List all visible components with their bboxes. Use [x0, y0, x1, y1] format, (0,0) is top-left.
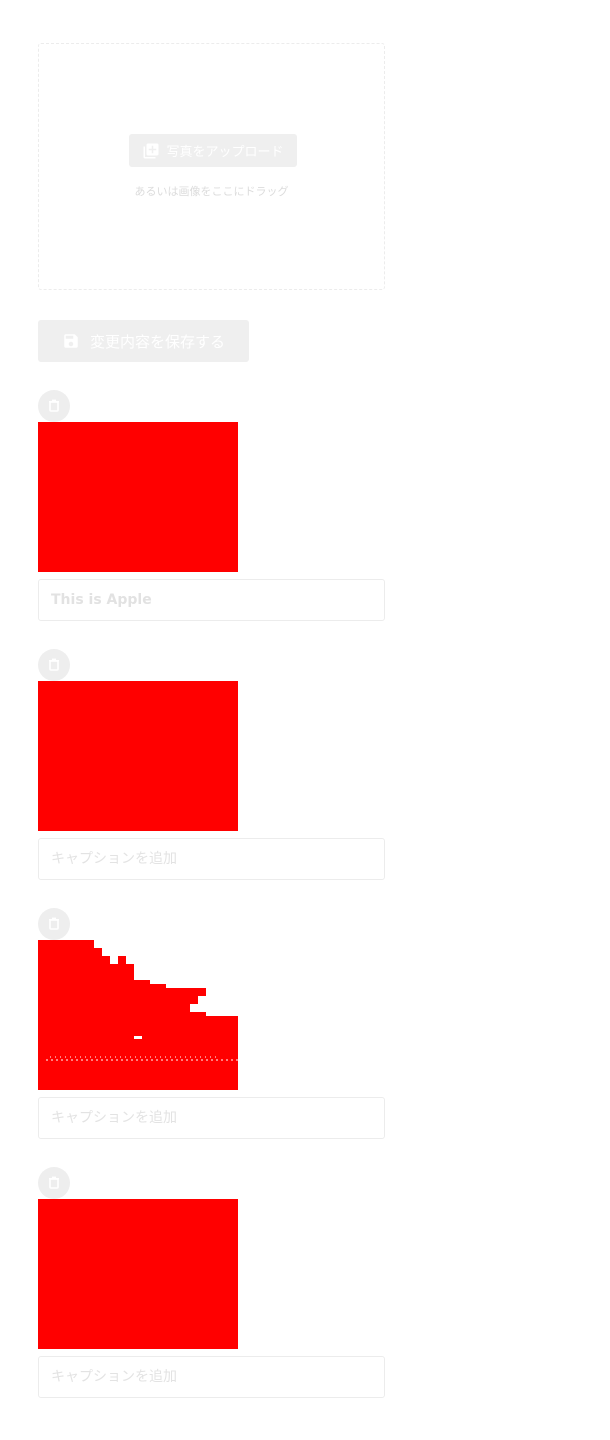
photo-item: [38, 649, 385, 880]
upload-photo-button[interactable]: 写真をアップロード: [129, 134, 297, 167]
delete-photo-button[interactable]: [38, 1167, 70, 1199]
delete-photo-button[interactable]: [38, 390, 70, 422]
trash-icon: [47, 917, 61, 931]
trash-icon: [47, 1176, 61, 1190]
save-changes-button[interactable]: 変更内容を保存する: [38, 320, 249, 362]
caption-input[interactable]: [38, 579, 385, 621]
floppy-disk-icon: [62, 332, 80, 350]
photo-item: [38, 1167, 385, 1398]
caption-input[interactable]: [38, 838, 385, 880]
add-photo-icon: [142, 142, 160, 160]
photo-thumbnail: [38, 1199, 238, 1349]
photo-item: [38, 390, 385, 621]
photo-thumbnail: [38, 422, 238, 572]
save-changes-label: 変更内容を保存する: [89, 332, 225, 351]
delete-photo-button[interactable]: [38, 649, 70, 681]
drag-hint-text: あるいは画像をここにドラッグ: [134, 185, 289, 198]
caption-input[interactable]: [38, 1097, 385, 1139]
photo-editor-page: 写真をアップロード あるいは画像をここにドラッグ 変更内容を保存する: [0, 0, 610, 1440]
caption-input[interactable]: [38, 1356, 385, 1398]
photo-thumbnail: [38, 940, 238, 1090]
photo-item: [38, 908, 385, 1139]
upload-photo-label: 写真をアップロード: [166, 145, 284, 160]
trash-icon: [47, 399, 61, 413]
delete-photo-button[interactable]: [38, 908, 70, 940]
upload-dropzone[interactable]: 写真をアップロード あるいは画像をここにドラッグ: [38, 43, 385, 290]
trash-icon: [47, 658, 61, 672]
photo-thumbnail: [38, 681, 238, 831]
